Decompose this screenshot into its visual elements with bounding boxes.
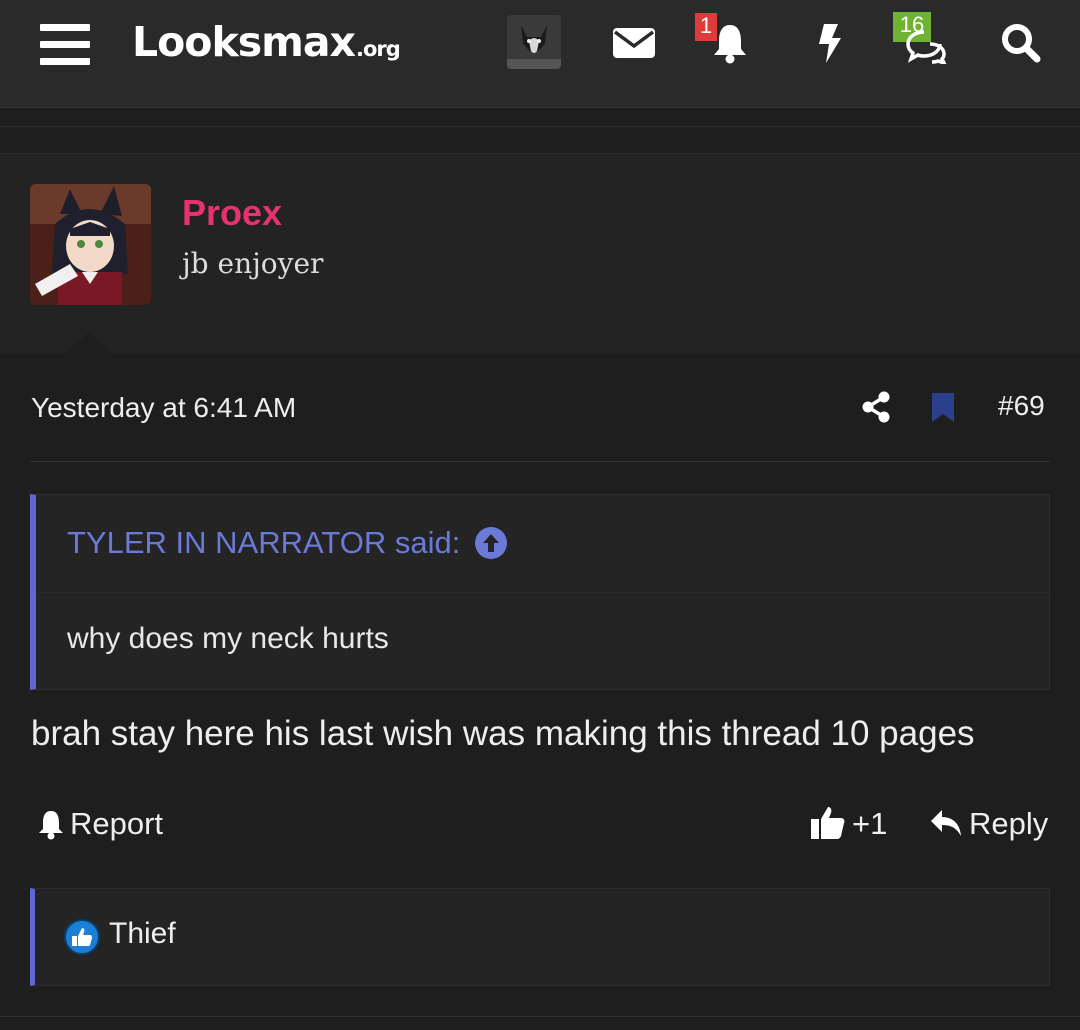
post-user-info: Proex jb enjoyer bbox=[0, 154, 1080, 354]
report-bell-icon[interactable] bbox=[37, 808, 65, 840]
like-reaction-icon bbox=[64, 919, 100, 955]
search-icon[interactable] bbox=[1001, 23, 1041, 63]
user-info-pointer bbox=[62, 332, 116, 356]
bell-icon[interactable] bbox=[711, 22, 749, 64]
bolt-icon[interactable] bbox=[814, 22, 844, 64]
divider bbox=[0, 1016, 1080, 1017]
account-avatar[interactable] bbox=[507, 15, 561, 69]
logo-text: Looksmax bbox=[132, 18, 356, 66]
like-count[interactable]: +1 bbox=[852, 806, 887, 842]
quote-block: TYLER IN NARRATOR said: why does my neck… bbox=[30, 494, 1050, 690]
reply-button[interactable]: Reply bbox=[969, 806, 1048, 842]
post-date[interactable]: Yesterday at 6:41 AM bbox=[31, 392, 296, 424]
user-title: jb enjoyer bbox=[182, 247, 324, 280]
arrow-up-circle-icon[interactable] bbox=[475, 527, 507, 559]
reply-icon[interactable] bbox=[929, 808, 963, 838]
bookmark-icon[interactable] bbox=[931, 392, 955, 423]
menu-icon[interactable] bbox=[40, 24, 92, 66]
reactions-bar[interactable]: Thief bbox=[30, 888, 1050, 986]
report-button[interactable]: Report bbox=[70, 806, 163, 842]
conversations-icon[interactable] bbox=[904, 28, 948, 66]
post-header-divider bbox=[30, 461, 1050, 462]
quote-author[interactable]: TYLER IN NARRATOR said: bbox=[67, 525, 460, 561]
post-body: brah stay here his last wish was making … bbox=[31, 714, 975, 753]
reaction-user[interactable]: Thief bbox=[109, 917, 176, 951]
thumbs-up-icon[interactable] bbox=[810, 804, 846, 840]
divider bbox=[0, 126, 1080, 127]
quote-header: TYLER IN NARRATOR said: bbox=[36, 495, 1049, 593]
quote-text: why does my neck hurts bbox=[67, 622, 389, 655]
post-number[interactable]: #69 bbox=[998, 390, 1045, 422]
envelope-icon[interactable] bbox=[612, 27, 656, 59]
top-navigation-bar: Looksmax.org 1 16 bbox=[0, 0, 1080, 108]
post-author-name[interactable]: Proex bbox=[182, 192, 282, 234]
user-avatar[interactable] bbox=[30, 184, 151, 305]
logo-suffix: .org bbox=[355, 37, 401, 61]
share-icon[interactable] bbox=[861, 391, 891, 423]
site-logo[interactable]: Looksmax.org bbox=[132, 18, 401, 66]
